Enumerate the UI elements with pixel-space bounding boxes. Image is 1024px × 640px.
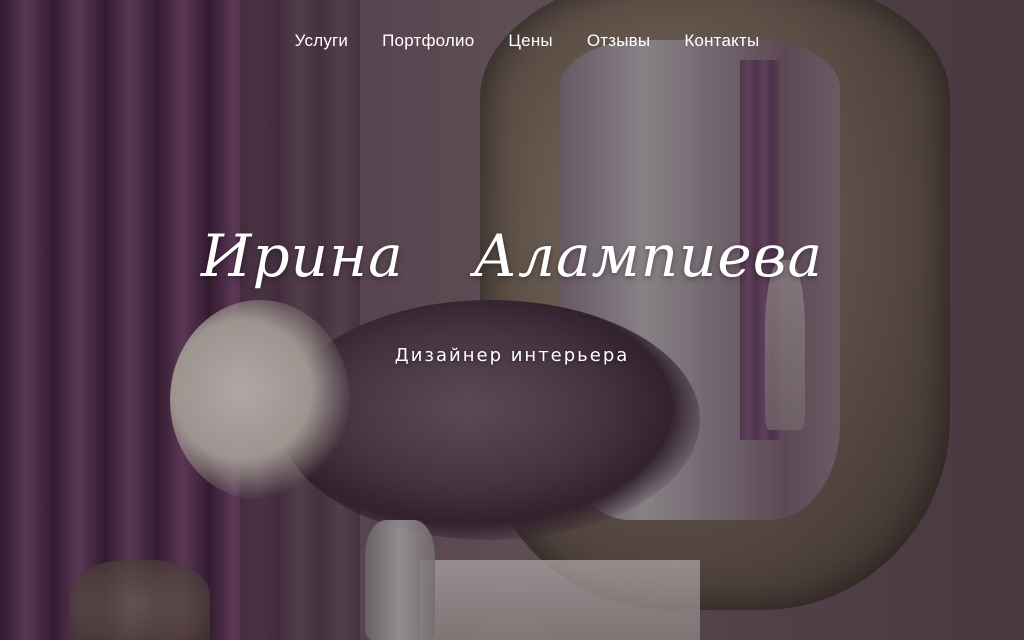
nav-link-prices[interactable]: Цены [508, 31, 552, 51]
nav-link-services[interactable]: Услуги [295, 31, 348, 51]
designer-name: Ирина Алампиева [200, 222, 824, 290]
hero-background-photo [0, 0, 1024, 640]
nav-link-portfolio[interactable]: Портфолио [382, 31, 474, 51]
designer-title: Дизайнер интерьера [394, 345, 630, 366]
main-nav: Услуги Портфолио Цены Отзывы Контакты [0, 31, 1024, 51]
nav-link-contacts[interactable]: Контакты [684, 31, 759, 51]
dark-overlay [0, 0, 1024, 640]
nav-link-reviews[interactable]: Отзывы [587, 31, 650, 51]
